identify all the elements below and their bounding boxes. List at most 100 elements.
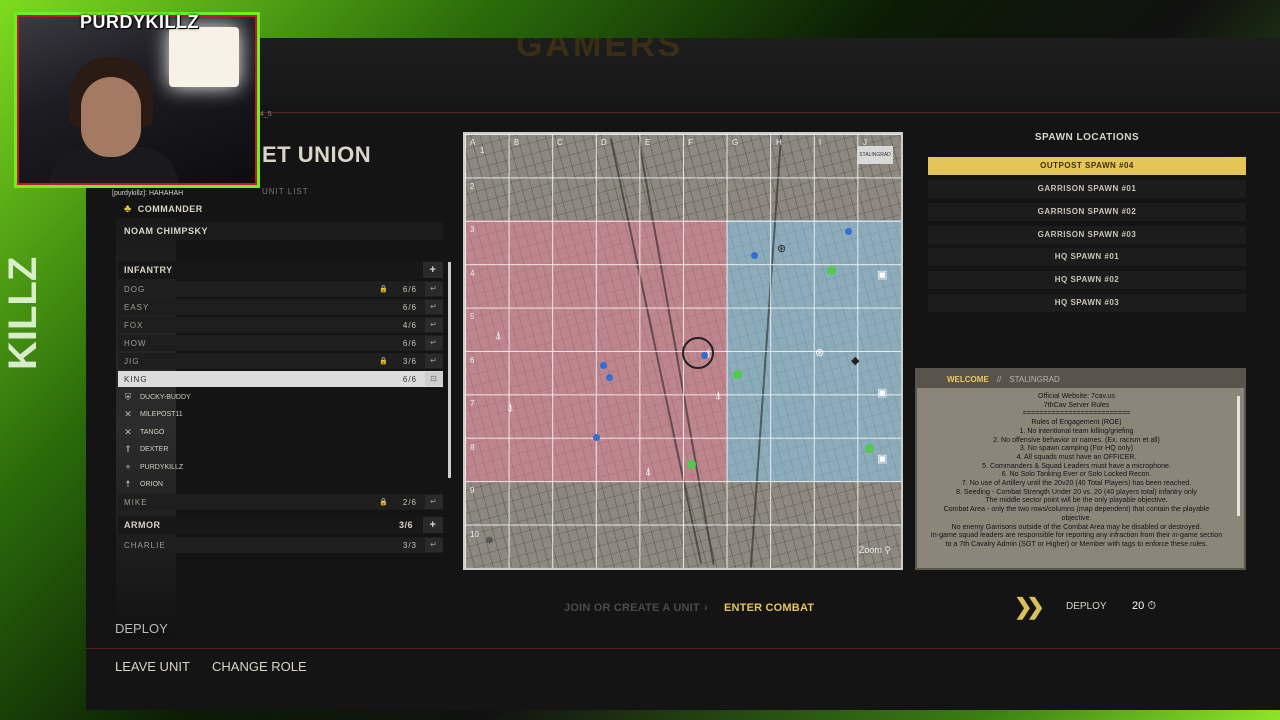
tab-welcome[interactable]: WELCOME <box>947 375 989 384</box>
row-label: 10 <box>470 530 479 539</box>
spawn-item[interactable]: HQ SPAWN #02 <box>928 271 1246 289</box>
leave-squad-button[interactable]: ⊡ <box>425 372 443 386</box>
spawn-item[interactable]: GARRISON SPAWN #01 <box>928 180 1246 198</box>
map-name-badge: STALINGRAD <box>857 146 893 164</box>
squad-row[interactable]: FOX 4/6 ↵ <box>118 317 443 333</box>
squad-name: DOG <box>124 284 146 294</box>
squad-count: 3/6 <box>402 356 417 366</box>
spawn-item[interactable]: HQ SPAWN #03 <box>928 294 1246 312</box>
spawn-item[interactable]: GARRISON SPAWN #02 <box>928 203 1246 221</box>
squad-name: MIKE <box>124 497 148 507</box>
zoom-icon: ⚲ <box>884 545 891 555</box>
armor-label: ARMOR <box>124 520 161 530</box>
row-label: 7 <box>470 399 475 408</box>
rules-scrollbar[interactable] <box>1237 396 1240 516</box>
squad-row[interactable]: JIG 🔒 3/6 ↵ <box>118 353 443 369</box>
crossed-rifles-icon: ✕ <box>124 426 132 437</box>
tactical-map[interactable]: A B C D E F G H I J 1 2 3 4 5 6 7 8 9 10… <box>463 132 903 570</box>
enemy-garrison-icon[interactable]: ▣ <box>877 452 887 465</box>
objective-marker[interactable] <box>865 444 874 453</box>
unit-list-label: UNIT LIST <box>262 187 309 196</box>
step-enter-combat: ENTER COMBAT <box>724 602 815 614</box>
squad-row[interactable]: MIKE 🔒 2/6 ↵ <box>118 494 443 510</box>
server-rules-text: Official Website: 7cav.us 7thCav Server … <box>930 392 1223 548</box>
spawn-item[interactable]: GARRISON SPAWN #03 <box>928 226 1246 244</box>
row-label: 4 <box>470 269 475 278</box>
col-label: G <box>732 138 739 147</box>
leave-unit-button[interactable]: LEAVE UNIT <box>115 659 190 674</box>
supply-icon[interactable]: ◆ <box>851 354 859 367</box>
armor-count: 3/6 <box>398 520 413 530</box>
unit-list-scrollbar[interactable] <box>448 262 451 478</box>
squad-row[interactable]: HOW 6/6 ↵ <box>118 335 443 351</box>
enemy-garrison-icon[interactable]: ▣ <box>877 268 887 281</box>
deploy-button[interactable]: DEPLOY <box>1066 601 1107 612</box>
squad-name: HOW <box>124 338 147 348</box>
map-cursor-reticle <box>682 337 714 369</box>
garrison-icon[interactable]: ⍋ <box>645 466 652 479</box>
objective-marker[interactable] <box>827 266 836 275</box>
col-label: D <box>601 138 607 147</box>
webcam-overlay: PURDYKILLZ <box>14 12 260 188</box>
objective-marker[interactable] <box>687 460 696 469</box>
objective-marker[interactable] <box>733 370 742 379</box>
garrison-icon[interactable]: ⍋ <box>495 330 502 343</box>
rank-chevron-icon: ⇑ <box>124 443 132 454</box>
squad-count: 3/3 <box>402 540 417 550</box>
medic-icon: ⛨ <box>124 391 132 402</box>
step-separator-icon: › <box>704 602 708 614</box>
row-label: 6 <box>470 356 475 365</box>
join-squad-button[interactable]: ↵ <box>425 300 443 314</box>
cross-icon: + <box>125 462 131 472</box>
join-squad-button[interactable]: ↵ <box>425 336 443 350</box>
timer-icon: ⏱ <box>1147 600 1156 612</box>
squad-count: 6/6 <box>402 338 417 348</box>
squad-name: CHARLIE <box>124 540 166 550</box>
row-label: 3 <box>470 225 475 234</box>
deploy-chevron-icon[interactable]: ❯❯ <box>1014 594 1054 620</box>
friendly-unit-marker <box>600 362 607 369</box>
commander-star-icon: ♣ <box>124 203 132 215</box>
join-squad-button[interactable]: ↵ <box>425 282 443 296</box>
streamer-name: PURDYKILLZ <box>80 12 199 32</box>
join-squad-button[interactable]: ↵ <box>425 495 443 509</box>
squad-row-selected[interactable]: KING 6/6 ⊡ <box>118 371 443 387</box>
squad-row[interactable]: DOG 🔒 6/6 ↵ <box>118 281 443 297</box>
armor-header: ARMOR 3/6 + <box>118 516 443 534</box>
soldier-icon: ☨ <box>125 478 131 489</box>
commander-name[interactable]: NOAM CHIMPSKY <box>118 222 443 240</box>
squad-count: 6/6 <box>402 284 417 294</box>
enemy-garrison-icon[interactable]: ▣ <box>877 386 887 399</box>
add-armor-squad-button[interactable]: + <box>423 517 443 533</box>
join-squad-button[interactable]: ↵ <box>425 538 443 552</box>
col-label: H <box>776 138 782 147</box>
squad-member: + PURDYKILLZ <box>118 459 443 475</box>
col-label: C <box>557 138 563 147</box>
garrison-icon[interactable]: ⍋ <box>507 402 514 415</box>
row-label: 1 <box>480 146 485 155</box>
commander-panel: ♣ COMMANDER NOAM CHIMPSKY <box>118 200 443 240</box>
version-tag: 4_5 <box>260 111 272 118</box>
squad-row[interactable]: CHARLIE 3/3 ↵ <box>118 537 443 553</box>
friendly-unit-marker <box>606 374 613 381</box>
crossed-rifles-icon: ✕ <box>124 408 132 419</box>
overlay-side-text: KILLZ <box>1 256 45 370</box>
spawn-item[interactable]: HQ SPAWN #01 <box>928 248 1246 266</box>
tab-stalingrad[interactable]: STALINGRAD <box>1009 375 1060 384</box>
add-infantry-squad-button[interactable]: + <box>423 262 443 278</box>
squad-row[interactable]: EASY 6/6 ↵ <box>118 299 443 315</box>
hq-icon[interactable]: ⊛ <box>815 346 824 359</box>
join-squad-button[interactable]: ↵ <box>425 354 443 368</box>
squad-name: EASY <box>124 302 150 312</box>
hq-icon[interactable]: ⊛ <box>777 242 786 255</box>
commander-label: COMMANDER <box>137 204 203 214</box>
squad-member: ⛨ DUCKY-BUDDY <box>118 389 443 405</box>
squad-count: 6/6 <box>402 302 417 312</box>
spawn-item-selected[interactable]: OUTPOST SPAWN #04 <box>928 157 1246 175</box>
faction-title: ET UNION <box>262 142 372 167</box>
lock-icon: 🔒 <box>379 499 389 506</box>
map-zoom-label[interactable]: Zoom ⚲ <box>859 545 891 556</box>
change-role-button[interactable]: CHANGE ROLE <box>212 659 307 674</box>
join-squad-button[interactable]: ↵ <box>425 318 443 332</box>
garrison-icon[interactable]: ⍋ <box>715 390 722 403</box>
